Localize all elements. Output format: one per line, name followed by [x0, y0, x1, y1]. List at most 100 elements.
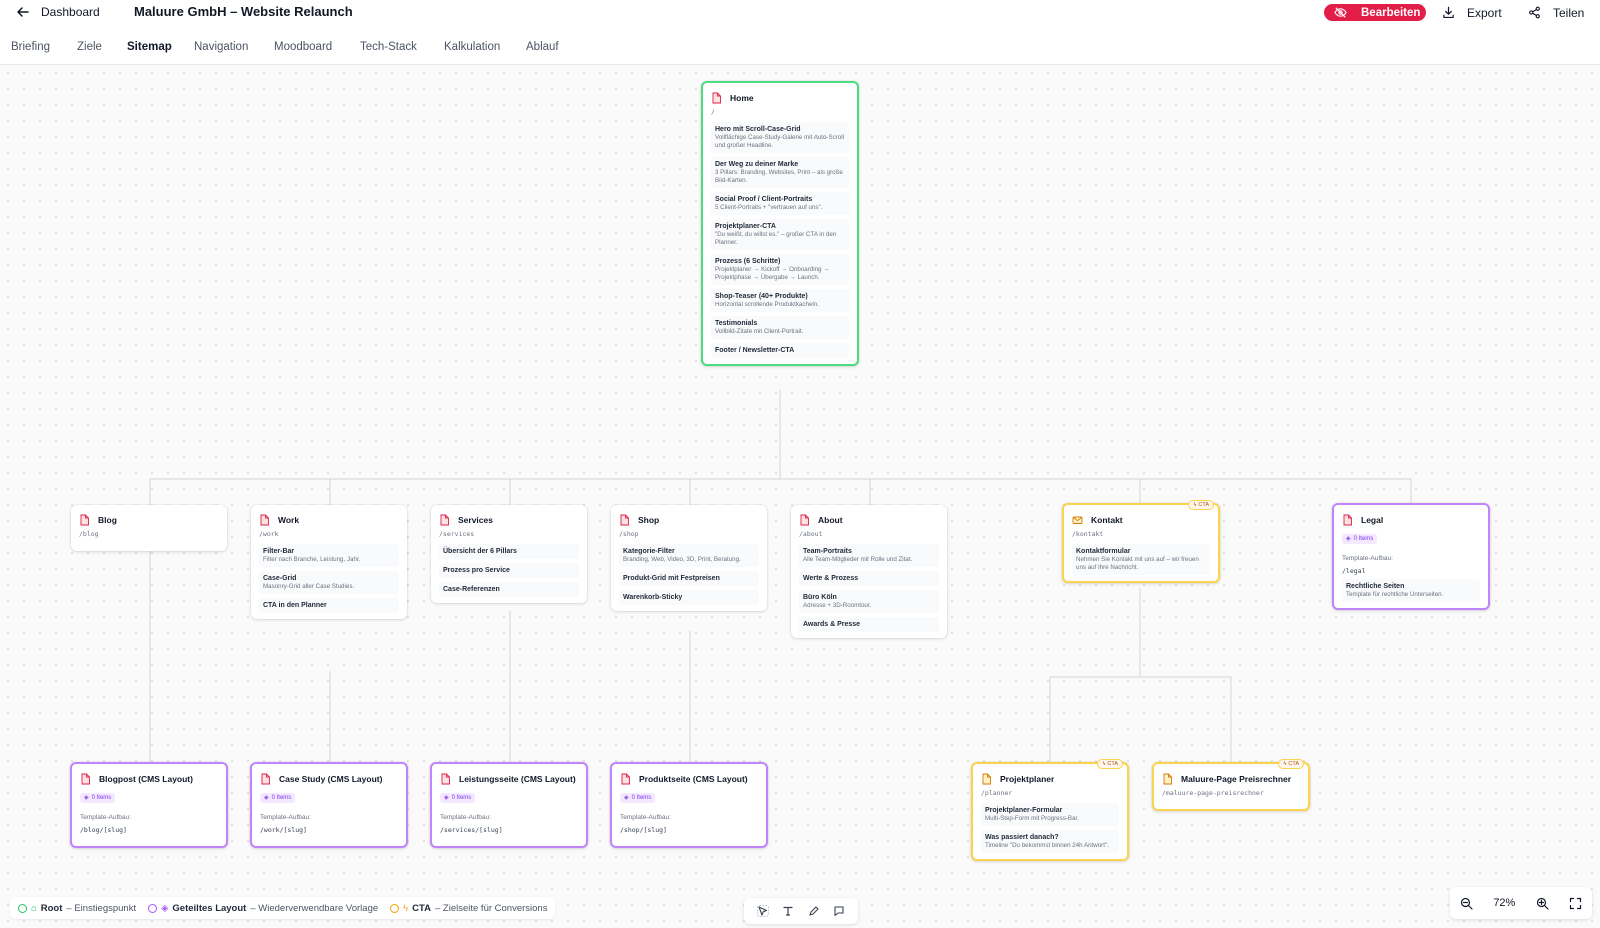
section-title: Rechtliche Seiten — [1346, 583, 1405, 590]
items-badge-label: 0 Items — [451, 794, 472, 801]
node-section: Case-Referenzen — [439, 582, 579, 597]
node-path: /work — [259, 530, 279, 538]
sitemap-node-shop[interactable]: Shop /shop Kategorie-Filter Branding, We… — [611, 505, 767, 611]
export-button[interactable]: Export — [1436, 3, 1510, 22]
tab-ablauf[interactable]: Ablauf — [526, 41, 559, 53]
section-desc: Alle Team-Mitglieder mit Rolle und Zitat… — [803, 556, 913, 563]
tab-tech-stack[interactable]: Tech-Stack — [360, 41, 417, 53]
section-desc: Template für rechtliche Unterseiten. — [1346, 591, 1444, 598]
pen-tool-icon[interactable] — [808, 905, 820, 917]
node-section: Rechtliche Seiten Template für rechtlich… — [1342, 579, 1480, 602]
sitemap-node-projektplaner[interactable]: ϟ CTA Projektplaner /planner Projektplane… — [971, 759, 1129, 861]
items-badge: ◈ 0 Items — [440, 792, 476, 803]
node-path: /about — [799, 530, 823, 538]
legend-desc: – Wiederverwendbare Vorlage — [250, 902, 379, 914]
tab-sitemap[interactable]: Sitemap — [127, 41, 172, 53]
page-icon — [1343, 514, 1352, 526]
sitemap-node-leistungsseite[interactable]: Leistungsseite (CMS Layout) ◈ 0 Items Tem… — [430, 762, 588, 848]
template-path: /legal — [1342, 567, 1366, 575]
edit-button-label: Bearbeiten — [1361, 6, 1421, 19]
sitemap-canvas[interactable]: Home / Hero mit Scroll-Case-Grid Vollflä… — [0, 65, 1600, 928]
legend-label: Geteiltes Layout — [172, 902, 247, 914]
cta-chip: ϟ CTA — [1188, 500, 1214, 510]
sitemap-node-blog[interactable]: Blog /blog — [71, 505, 227, 551]
node-section: Testimonials Vollbild-Zitate mit Client-… — [711, 316, 849, 339]
cta-chip-label: CTA — [1107, 761, 1118, 767]
tab-kalkulation[interactable]: Kalkulation — [444, 41, 500, 53]
node-section: Projektplaner-CTA "Du weißt, du willst e… — [711, 219, 849, 250]
node-section: Filter-Bar Filter nach Branche, Leistung… — [259, 544, 399, 567]
legend-ring — [148, 903, 158, 913]
node-title: Case Study (CMS Layout) — [279, 774, 383, 784]
node-section: Kategorie-Filter Branding, Web, Video, 3… — [619, 544, 759, 567]
section-title: Shop-Teaser (40+ Produkte) — [715, 293, 808, 300]
sitemap-node-services[interactable]: Services /services Übersicht der 6 Pilla… — [431, 505, 587, 603]
node-section: Prozess (6 Schritte) Projektplaner → Kic… — [711, 254, 849, 285]
section-desc: Vollflächige Case-Study-Galerie mit Auto… — [715, 134, 844, 149]
page-icon — [261, 773, 270, 785]
section-title: Footer / Newsletter-CTA — [715, 347, 795, 354]
fullscreen-icon[interactable] — [1569, 897, 1582, 910]
section-title: Social Proof / Client-Portraits — [715, 196, 813, 203]
section-desc: Projektplaner → Kickoff → Onboarding → P… — [715, 266, 830, 281]
section-desc: Vollbild-Zitate mit Client-Portrait. — [715, 328, 804, 335]
comment-tool-icon[interactable] — [833, 905, 845, 917]
section-desc: Filter nach Branche, Leistung, Jahr. — [263, 556, 361, 563]
node-section: Was passiert danach? Timeline "Du bekomm… — [981, 830, 1119, 853]
items-badge-label: 0 Items — [1353, 535, 1374, 542]
sitemap-node-preisrechner[interactable]: ϟ CTA Maluure-Page Preisrechner /maluure-… — [1152, 759, 1310, 811]
zoom-controls: 72% — [1450, 887, 1592, 919]
node-section: Übersicht der 6 Pillars — [439, 544, 579, 559]
page-icon — [440, 514, 449, 526]
tab-briefing[interactable]: Briefing — [11, 41, 50, 53]
home-icon: ⌂ — [31, 902, 37, 914]
page-icon — [621, 773, 630, 785]
items-badge-label: 0 Items — [271, 794, 292, 801]
section-title: Projektplaner-Formular — [985, 807, 1063, 814]
section-title: Büro Köln — [803, 594, 837, 601]
node-path: /maluure-page-preisrechner — [1162, 789, 1264, 797]
sitemap-node-kontakt[interactable]: ϟ CTA Kontakt /kontakt Kontaktformular Ne… — [1062, 500, 1220, 583]
sitemap-node-work[interactable]: Work /work Filter-Bar Filter nach Branch… — [251, 505, 407, 619]
layers-icon: ◈ — [264, 795, 269, 801]
sitemap-node-case-study[interactable]: Case Study (CMS Layout) ◈ 0 Items Templat… — [250, 762, 408, 848]
zoom-in-icon[interactable] — [1536, 897, 1549, 910]
text-tool-icon[interactable] — [782, 905, 794, 917]
tab-moodboard[interactable]: Moodboard — [274, 41, 332, 53]
zoom-out-icon[interactable] — [1460, 897, 1473, 910]
section-title: Case-Referenzen — [443, 586, 500, 593]
section-title: Werte & Prozess — [803, 575, 859, 582]
items-badge: ◈ 0 Items — [1342, 533, 1378, 544]
node-title: Kontakt — [1091, 515, 1123, 525]
legend-label: CTA — [412, 902, 431, 914]
bolt-icon: ϟ — [1193, 502, 1197, 508]
select-tool-icon[interactable] — [757, 905, 769, 917]
section-desc: Timeline "Du bekommst binnen 24h Antwort… — [985, 842, 1109, 849]
page-icon — [1163, 773, 1172, 785]
tab-navigation[interactable]: Navigation — [194, 41, 248, 53]
sitemap-node-about[interactable]: About /about Team-Portraits Alle Team-Mi… — [791, 505, 947, 638]
section-title: Awards & Presse — [803, 621, 861, 628]
page-icon — [260, 514, 269, 526]
tab-ziele[interactable]: Ziele — [77, 41, 102, 53]
sitemap-node-produktseite[interactable]: Produktseite (CMS Layout) ◈ 0 Items Templ… — [610, 762, 768, 848]
sitemap-node-blogpost[interactable]: Blogpost (CMS Layout) ◈ 0 Items Template-… — [70, 762, 228, 848]
node-section: Social Proof / Client-Portraits 5 Client… — [711, 192, 849, 215]
node-title: Produktseite (CMS Layout) — [639, 774, 748, 784]
back-to-dashboard-link[interactable]: Dashboard — [41, 5, 100, 19]
download-icon — [1443, 6, 1454, 19]
node-title: Work — [278, 515, 300, 525]
sitemap-node-legal[interactable]: Legal ◈ 0 Items Template-Aufbau: /legal R… — [1332, 503, 1490, 610]
node-title: Projektplaner — [1000, 774, 1055, 784]
layers-icon: ◈ — [624, 795, 629, 801]
legend-item-root: ⌂ Root – Einstiegspunkt — [18, 903, 136, 914]
share-button[interactable]: Teilen — [1522, 3, 1592, 22]
tab-bar: Briefing Ziele Sitemap Navigation Moodbo… — [0, 26, 1600, 65]
arrow-left-icon[interactable] — [16, 5, 30, 19]
section-desc: Masonry-Grid aller Case Studies. — [263, 583, 355, 590]
edit-button[interactable]: Bearbeiten — [1324, 4, 1426, 21]
sitemap-node-home[interactable]: Home / Hero mit Scroll-Case-Grid Vollflä… — [701, 81, 859, 366]
legend-desc: – Zielseite für Conversions — [435, 902, 548, 914]
node-title: Blog — [98, 515, 117, 525]
node-title: Services — [458, 515, 493, 525]
